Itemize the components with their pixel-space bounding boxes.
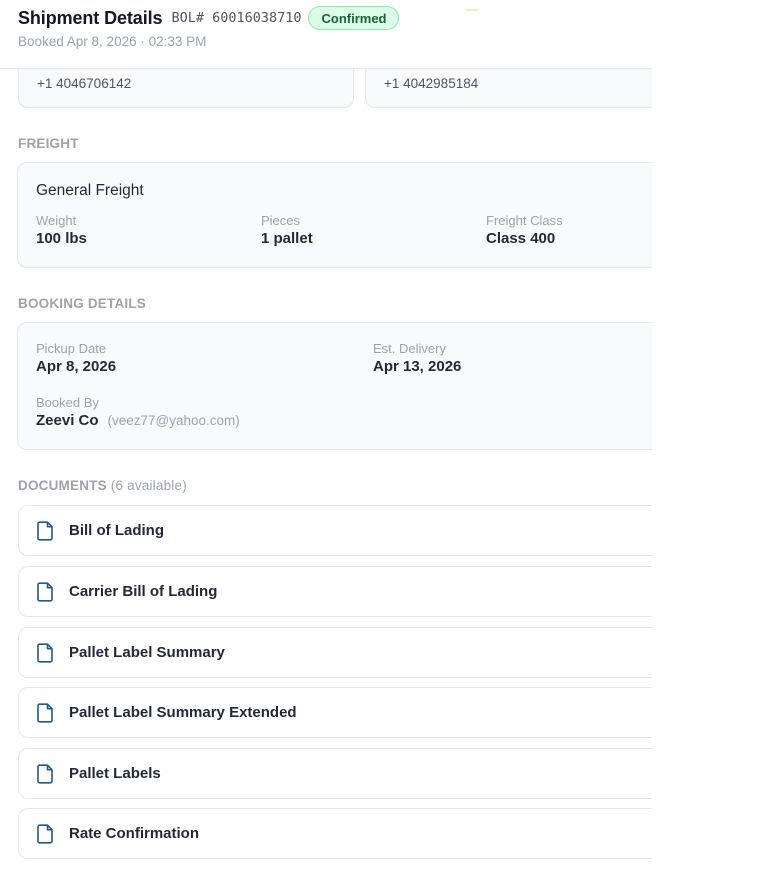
booked-timestamp: Booked Apr 8, 2026 · 02:33 PM [18, 34, 207, 49]
document-name: Pallet Labels [69, 765, 161, 782]
blank-area [652, 0, 771, 878]
status-badge: Confirmed [308, 6, 400, 30]
document-name: Carrier Bill of Lading [69, 583, 218, 600]
panel-header: Shipment Details BOL# 60016038710 Confir… [0, 0, 652, 69]
weight-label: Weight [36, 213, 77, 228]
page-title: Shipment Details [18, 7, 163, 28]
freight-card: General Freight Weight 100 lbs Pieces 1 … [17, 162, 652, 268]
booked-by-value: Zeevi Co (veez77@yahoo.com) [36, 412, 240, 429]
documents-label: DOCUMENTS [18, 478, 107, 493]
document-row-rate-confirmation[interactable]: Rate Confirmation [18, 808, 652, 859]
est-delivery-field: Est. Delivery Apr 13, 2026 [373, 341, 461, 375]
freight-class-field: Freight Class Class 400 [486, 213, 563, 247]
decorative-mark [465, 9, 479, 11]
freight-class-value: Class 400 [486, 230, 556, 247]
document-name: Pallet Label Summary Extended [69, 704, 297, 721]
pieces-field: Pieces 1 pallet [261, 213, 313, 247]
bol-number: BOL# 60016038710 [171, 10, 302, 26]
pickup-date-label: Pickup Date [36, 341, 107, 356]
document-row-carrier-bill-of-lading[interactable]: Carrier Bill of Lading [18, 566, 652, 617]
booking-details-card: Pickup Date Apr 8, 2026 Est. Delivery Ap… [17, 322, 652, 450]
title-row: Shipment Details BOL# 60016038710 Confir… [18, 5, 400, 31]
pickup-date-field: Pickup Date Apr 8, 2026 [36, 341, 116, 375]
document-name: Rate Confirmation [69, 825, 200, 842]
booking-section-label: BOOKING DETAILS [18, 296, 147, 311]
documents-section-label: DOCUMENTS (6 available) [18, 478, 187, 493]
freight-type: General Freight [36, 182, 144, 199]
booked-by-label: Booked By [36, 395, 99, 410]
document-name: Pallet Label Summary [69, 644, 225, 661]
shipment-details-panel: +1 4046706142 +1 4042985184 Shipment Det… [0, 0, 652, 878]
booked-by-name: Zeevi Co [36, 412, 99, 429]
document-row-pallet-label-summary[interactable]: Pallet Label Summary [18, 627, 652, 678]
documents-count: (6 available) [110, 478, 187, 493]
freight-section-label: FREIGHT [18, 136, 79, 151]
document-row-bill-of-lading[interactable]: Bill of Lading [18, 505, 652, 556]
document-icon [37, 582, 53, 602]
app-viewport: +1 4046706142 +1 4042985184 Shipment Det… [0, 0, 771, 878]
pickup-date-value: Apr 8, 2026 [36, 358, 117, 375]
document-row-pallet-label-summary-extended[interactable]: Pallet Label Summary Extended [18, 687, 652, 738]
document-icon [37, 764, 53, 784]
shipper-phone[interactable]: +1 4046706142 [37, 76, 131, 91]
document-icon [37, 824, 53, 844]
document-icon [37, 643, 53, 663]
freight-class-label: Freight Class [486, 213, 563, 228]
document-row-pallet-labels[interactable]: Pallet Labels [18, 748, 652, 799]
consignee-phone[interactable]: +1 4042985184 [384, 76, 478, 91]
weight-value: 100 lbs [36, 230, 87, 247]
booked-by-field: Booked By Zeevi Co (veez77@yahoo.com) [36, 395, 240, 429]
document-icon [37, 521, 53, 541]
pieces-label: Pieces [261, 213, 301, 228]
pieces-value: 1 pallet [261, 230, 313, 247]
weight-field: Weight 100 lbs [36, 213, 87, 247]
document-icon [37, 703, 53, 723]
document-name: Bill of Lading [69, 522, 164, 539]
est-delivery-value: Apr 13, 2026 [373, 358, 462, 375]
est-delivery-label: Est. Delivery [373, 341, 446, 356]
booked-by-email: (veez77@yahoo.com) [107, 413, 240, 428]
